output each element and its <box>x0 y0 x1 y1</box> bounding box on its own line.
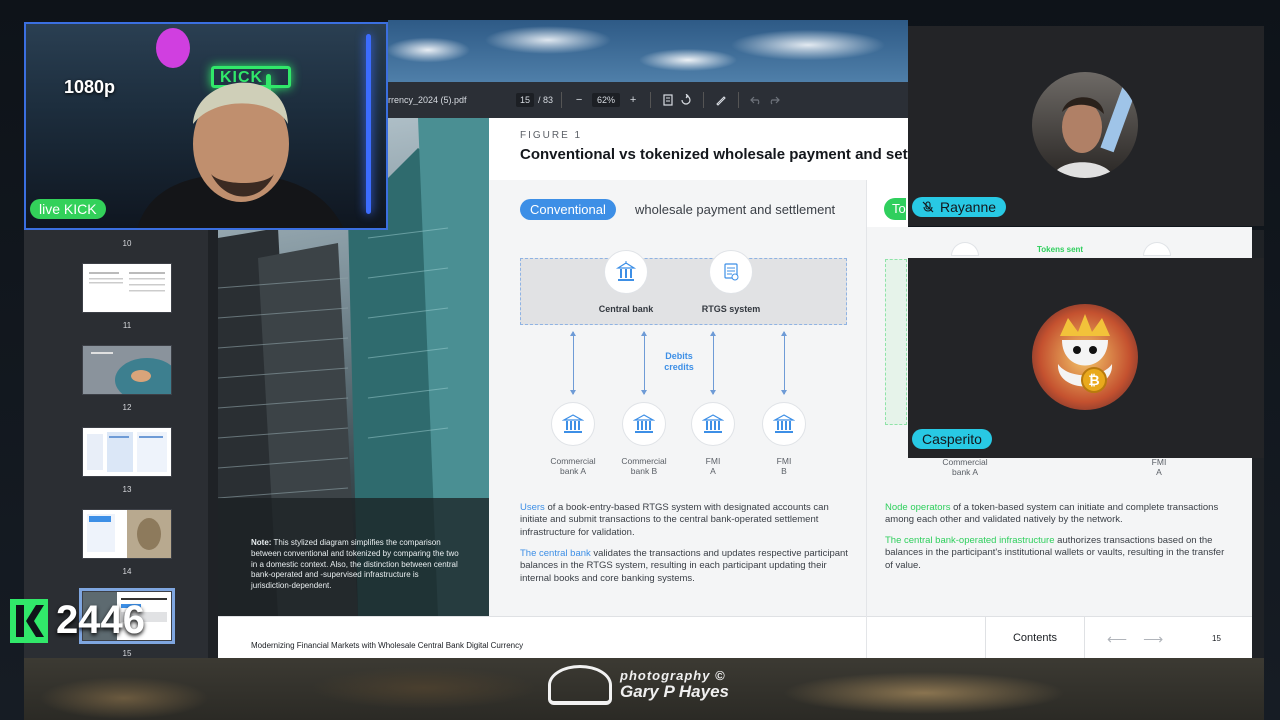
figure-note: Note: This stylized diagram simplifies t… <box>251 538 459 591</box>
photography-watermark: photography © Gary P Hayes <box>548 660 748 710</box>
prev-page-arrow-icon[interactable]: ⟵ <box>1107 631 1127 648</box>
participant-name-badge: Casperito <box>912 429 992 449</box>
zoom-level[interactable]: 62% <box>592 93 621 107</box>
page-footer-nav: Contents ⟵ ⟶ 15 <box>867 616 1252 658</box>
toolbar-divider <box>703 92 705 108</box>
thumbnail-page-number: 11 <box>122 321 132 330</box>
page-number-input[interactable]: 15 <box>516 93 535 107</box>
paragraph-node-operators: Node operators of a token-based system c… <box>885 502 1219 526</box>
live-kick-badge: live KICK <box>30 199 106 219</box>
rotate-icon[interactable] <box>677 91 695 109</box>
thumbnail-page-number: 10 <box>122 239 132 248</box>
node-label-fmi-b: FMI B <box>776 456 792 477</box>
participant-tile-casperito[interactable]: ₿ Casperito <box>908 258 1264 458</box>
debits-credits-label: Debits credits <box>664 351 694 372</box>
toolbar-divider <box>738 92 740 108</box>
node-label-commercial-bank-a: Commercial bank A <box>550 456 596 477</box>
thumbnail-page-number: 15 <box>122 649 132 658</box>
redo-icon[interactable] <box>765 91 783 109</box>
stream-scene: photography © Gary P Hayes rrency_2024 (… <box>0 0 1280 720</box>
rtgs-system-label: RTGS system <box>701 304 761 314</box>
thumbnail-page-14[interactable] <box>82 509 172 559</box>
resolution-label: 1080p <box>64 77 116 97</box>
viewer-count: 2446 <box>56 598 145 642</box>
neon-light-strip <box>366 34 371 214</box>
central-bank-box <box>520 258 847 325</box>
paragraph-central-bank-infrastructure: The central bank-operated infrastructure… <box>885 535 1225 571</box>
svg-text:₿: ₿ <box>1088 373 1099 389</box>
watermark-line1: photography © <box>620 668 726 684</box>
contents-link[interactable]: Contents <box>985 617 1085 658</box>
turtle-logo-icon <box>548 665 612 705</box>
settlement-arrow <box>641 331 647 395</box>
zoom-out-button[interactable]: − <box>570 91 588 109</box>
paragraph-users: Users of a book-entry-based RTGS system … <box>520 502 829 538</box>
bank-icon <box>551 402 595 446</box>
thumbnail-page-number: 14 <box>122 567 132 576</box>
thumbnail-page-number: 13 <box>122 485 132 494</box>
watermark-line2: Gary P Hayes <box>620 681 729 701</box>
page-number: 15 <box>1212 634 1221 643</box>
kick-logo-icon <box>10 598 48 643</box>
settlement-arrow <box>570 331 576 395</box>
tokenized-pill: To <box>884 198 906 220</box>
node-label-commercial-bank-b: Commercial bank B <box>621 456 667 477</box>
mascot-figure <box>156 28 190 68</box>
footer-title: Modernizing Financial Markets with Whole… <box>251 641 524 650</box>
thumbnail-scrollbar[interactable] <box>208 230 218 658</box>
page-total: / 83 <box>538 95 554 105</box>
mic-off-icon <box>922 201 934 213</box>
page-footer: Modernizing Financial Markets with Whole… <box>218 616 908 658</box>
toolbar-divider <box>561 92 563 108</box>
zoom-in-button[interactable]: + <box>624 91 642 109</box>
figure-title: Conventional vs tokenized wholesale paym… <box>520 146 908 163</box>
thumbnail-page-12[interactable] <box>82 345 179 402</box>
bank-icon <box>622 402 666 446</box>
tokenized-network-box <box>885 259 907 425</box>
thumbnail-page-13[interactable] <box>82 427 172 477</box>
settlement-arrow <box>781 331 787 395</box>
panel-heading: wholesale payment and settlement <box>635 202 836 217</box>
figure-label: FIGURE 1 <box>520 130 583 141</box>
draw-icon[interactable] <box>712 91 730 109</box>
viewer-counter: 2446 <box>10 598 145 643</box>
tokens-sent-label: Tokens sent <box>1037 245 1084 254</box>
background-sky-photo <box>388 20 908 82</box>
next-page-arrow-icon[interactable]: ⟶ <box>1143 631 1163 648</box>
thumbnail-sidebar: 10 11 12 13 14 15 <box>24 230 209 658</box>
paragraph-central-bank: The central bank validates the transacti… <box>520 548 848 584</box>
conventional-pill: Conventional <box>520 199 616 220</box>
node-label-commercial-bank-a: Commercial bank A <box>942 457 988 478</box>
participant-name-badge: Rayanne <box>912 197 1007 217</box>
file-name: rrency_2024 (5).pdf <box>388 95 467 105</box>
node-label-fmi-a: FMI A <box>705 456 721 477</box>
streamer-person <box>137 82 344 228</box>
bank-icon <box>762 402 806 446</box>
participant-tile-rayanne[interactable]: Rayanne <box>908 26 1264 226</box>
toolbar-divider <box>650 92 652 108</box>
central-bank-label: Central bank <box>598 304 654 314</box>
central-bank-icon <box>604 250 648 294</box>
thumbnail-page-11[interactable] <box>82 263 172 313</box>
participant-avatar <box>1032 72 1138 178</box>
fit-page-icon[interactable] <box>659 91 677 109</box>
undo-icon[interactable] <box>747 91 765 109</box>
pdf-toolbar: rrency_2024 (5).pdf 15 / 83 − 62% + <box>388 82 908 118</box>
thumbnail-page-number: 12 <box>122 403 132 412</box>
bank-icon <box>691 402 735 446</box>
rtgs-system-icon <box>709 250 753 294</box>
participant-avatar: ₿ <box>1032 304 1138 410</box>
node-label-fmi-a: FMI A <box>1151 457 1167 478</box>
figure-area: FIGURE 1 Conventional vs tokenized whole… <box>489 118 908 616</box>
settlement-arrow <box>710 331 716 395</box>
